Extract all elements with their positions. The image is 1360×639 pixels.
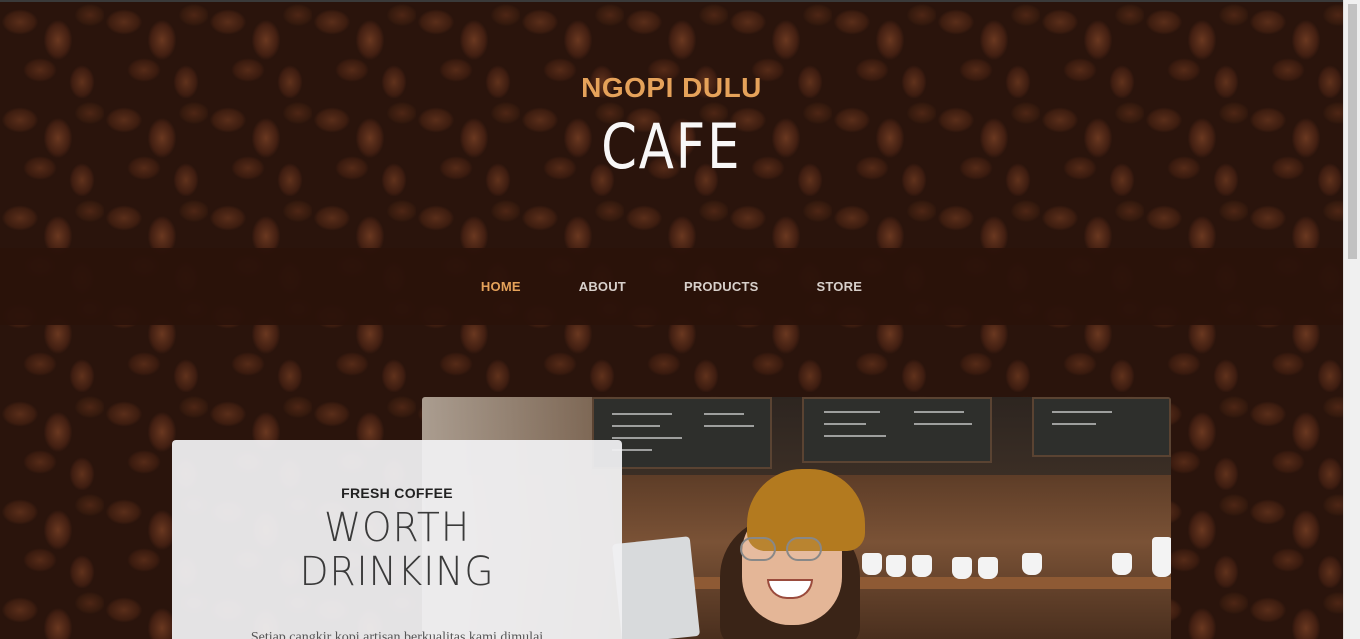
- nav-item-home[interactable]: HOME: [452, 279, 550, 294]
- menu-chalkboard: [802, 397, 992, 463]
- menu-chalkboard: [1032, 397, 1171, 457]
- nav-item-store[interactable]: STORE: [788, 279, 892, 294]
- site-header: NGOPI DULU CAFE: [0, 2, 1343, 248]
- cup: [952, 557, 972, 579]
- nav-item-about[interactable]: ABOUT: [550, 279, 655, 294]
- cup: [978, 557, 998, 579]
- intro-card: FRESH COFFEE WORTH DRINKING Setiap cangk…: [172, 440, 622, 639]
- intro-headline-line1: WORTH: [323, 505, 471, 551]
- intro-kicker: FRESH COFFEE: [341, 485, 453, 501]
- intro-body: Setiap cangkir kopi artisan berkualitas …: [250, 630, 544, 639]
- cup: [1112, 553, 1132, 575]
- brand-name-lower: CAFE: [0, 110, 1343, 183]
- cup: [886, 555, 906, 577]
- barista-glasses: [740, 537, 830, 563]
- page-scrollbar[interactable]: [1343, 0, 1360, 639]
- intro-headline: WORTH DRINKING: [172, 506, 622, 594]
- cup: [912, 555, 932, 577]
- cup: [1152, 537, 1171, 577]
- brand-name-upper: NGOPI DULU: [581, 72, 762, 103]
- cash-register: [611, 536, 701, 639]
- cup: [1022, 553, 1042, 575]
- brand-name-lower-text: CAFE: [601, 110, 742, 183]
- intro-headline-line2: DRINKING: [299, 549, 495, 595]
- cup: [862, 553, 882, 575]
- shelf: [622, 577, 1171, 589]
- scrollbar-thumb[interactable]: [1348, 4, 1357, 259]
- main-navbar: HOME ABOUT PRODUCTS STORE: [0, 248, 1343, 325]
- nav-item-products[interactable]: PRODUCTS: [655, 279, 788, 294]
